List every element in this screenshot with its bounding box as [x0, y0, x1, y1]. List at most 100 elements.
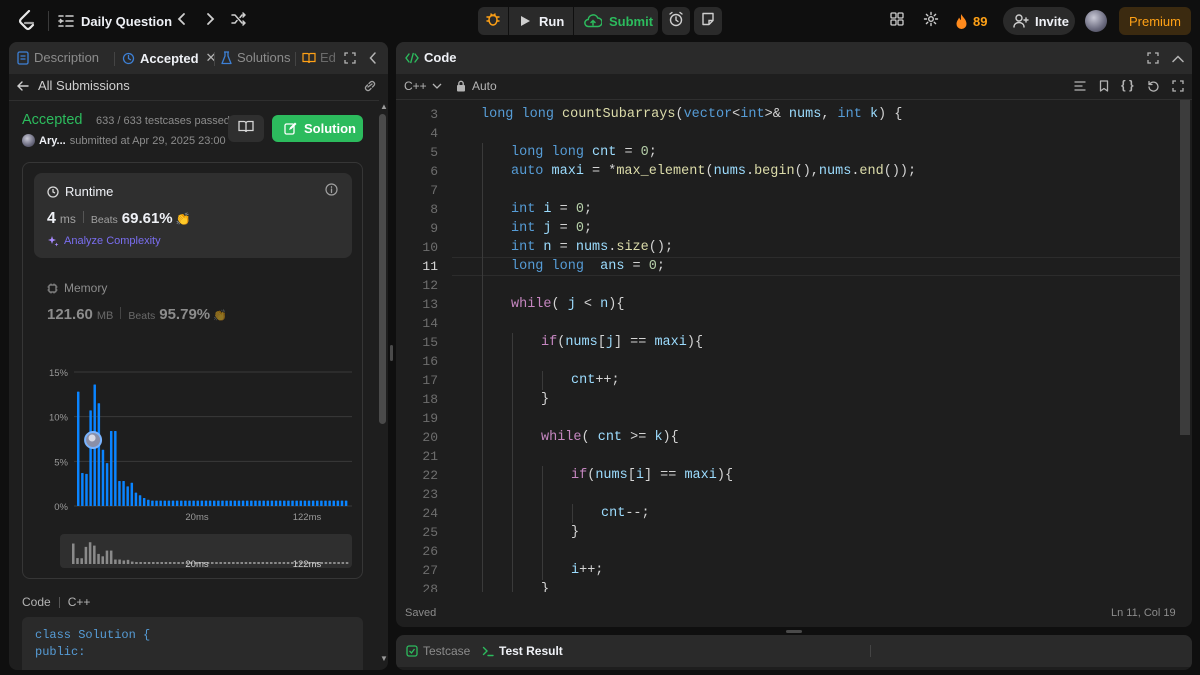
- author-avatar[interactable]: [22, 134, 35, 147]
- code-area[interactable]: 3 long long countSubarrays(vector<int>& n…: [396, 102, 1180, 592]
- memory-header[interactable]: Memory: [47, 281, 107, 295]
- minimap-bar: [227, 562, 231, 564]
- chart-bar: [77, 391, 80, 506]
- scroll-up-arrow-icon[interactable]: ▲: [380, 102, 388, 111]
- problem-list-icon[interactable]: [58, 12, 74, 30]
- tab-description[interactable]: Description: [17, 50, 99, 65]
- code-line[interactable]: }: [541, 390, 1180, 409]
- code-editor-panel: Code C++ Auto { } 3 long long countSubarr…: [396, 42, 1192, 627]
- code-line[interactable]: [541, 352, 1180, 371]
- tab-accepted[interactable]: Accepted ✕: [122, 50, 216, 66]
- tab-solutions[interactable]: Solutions: [221, 50, 290, 65]
- scroll-down-arrow-icon[interactable]: ▼: [380, 654, 388, 663]
- code-line[interactable]: while( cnt >= k){: [541, 428, 1180, 447]
- tab-testcase[interactable]: Testcase: [406, 644, 470, 658]
- autocomplete-mode[interactable]: Auto: [456, 79, 497, 93]
- tab-test-result[interactable]: Test Result: [482, 644, 563, 658]
- shuffle-icon: [231, 11, 247, 31]
- leetcode-logo-icon[interactable]: [18, 10, 38, 32]
- chart-bar: [155, 500, 158, 506]
- flask-icon: [221, 50, 232, 65]
- code-line[interactable]: int n = nums.size();: [511, 238, 1180, 257]
- maximize-editor-button[interactable]: [1147, 51, 1159, 69]
- code-line[interactable]: [571, 485, 1180, 504]
- chart-bar: [151, 500, 154, 506]
- code-line[interactable]: long long ans = 0;: [511, 257, 1180, 276]
- indent-guide: [512, 580, 513, 592]
- chart-bar: [307, 500, 311, 506]
- indent-guide: [482, 542, 483, 561]
- bookmark-icon[interactable]: [1099, 79, 1109, 97]
- line-number: 25: [422, 525, 438, 540]
- daily-question-title[interactable]: Daily Question: [81, 12, 172, 30]
- next-problem-button[interactable]: [200, 10, 220, 32]
- run-button[interactable]: Run: [510, 7, 572, 35]
- code-line[interactable]: if(nums[i] == maxi){: [571, 466, 1180, 485]
- code-line[interactable]: long long countSubarrays(vector<int>& nu…: [481, 105, 1180, 124]
- code-line[interactable]: long long cnt = 0;: [511, 143, 1180, 162]
- tab-divider: [295, 52, 296, 66]
- language-selector[interactable]: C++: [404, 79, 442, 93]
- settings-button[interactable]: [920, 10, 942, 32]
- all-submissions-link[interactable]: All Submissions: [17, 78, 130, 93]
- code-line[interactable]: [511, 314, 1180, 333]
- code-line[interactable]: i++;: [571, 561, 1180, 580]
- random-problem-button[interactable]: [228, 10, 250, 32]
- layout-button[interactable]: [886, 10, 908, 32]
- code-line[interactable]: [511, 181, 1180, 200]
- code-line[interactable]: int j = 0;: [511, 219, 1180, 238]
- your-submission-marker[interactable]: [84, 431, 103, 449]
- tab-editorial[interactable]: Ed: [302, 50, 336, 65]
- author-name[interactable]: Ary...: [39, 135, 66, 147]
- chart-bar: [254, 500, 257, 506]
- code-line[interactable]: [481, 124, 1180, 143]
- fullscreen-icon[interactable]: [1172, 79, 1184, 97]
- solution-button[interactable]: Solution: [272, 115, 363, 142]
- format-code-icon[interactable]: [1074, 79, 1086, 97]
- indent-guide: [482, 428, 483, 447]
- submit-button[interactable]: Submit: [574, 7, 658, 35]
- user-avatar[interactable]: [1085, 10, 1107, 32]
- code-line[interactable]: cnt--;: [601, 504, 1180, 523]
- invite-button[interactable]: Invite: [1003, 7, 1075, 35]
- editorial-button[interactable]: [228, 115, 264, 142]
- debug-button[interactable]: [478, 7, 508, 35]
- prev-problem-button[interactable]: [172, 10, 192, 32]
- code-line[interactable]: while( j < n){: [511, 295, 1180, 314]
- timer-button[interactable]: [662, 7, 690, 35]
- notes-button[interactable]: [694, 7, 722, 35]
- code-line[interactable]: [541, 409, 1180, 428]
- streak-counter[interactable]: 89: [955, 10, 987, 32]
- left-scrollbar[interactable]: ▲ ▼: [379, 102, 388, 665]
- chart-bar: [262, 500, 265, 506]
- book-open-icon: [238, 120, 254, 138]
- info-icon[interactable]: [325, 183, 338, 201]
- minimap-bar: [109, 550, 113, 564]
- maximize-panel-button[interactable]: [344, 51, 356, 69]
- reset-code-icon[interactable]: [1147, 79, 1160, 97]
- code-line[interactable]: }: [541, 580, 1180, 592]
- tab-code[interactable]: Code: [405, 50, 457, 65]
- code-line[interactable]: [541, 447, 1180, 466]
- code-line[interactable]: int i = 0;: [511, 200, 1180, 219]
- indent-guide: [482, 447, 483, 466]
- runtime-distribution-chart[interactable]: 15% 10% 5% 0% 20ms 122ms 20ms 122ms: [22, 360, 362, 580]
- horizontal-resize-handle[interactable]: [786, 630, 802, 633]
- code-line[interactable]: }: [571, 523, 1180, 542]
- premium-button[interactable]: Premium: [1119, 7, 1191, 35]
- vertical-resize-handle[interactable]: [390, 345, 393, 361]
- editor-scrollbar-thumb[interactable]: [1180, 100, 1190, 435]
- code-line[interactable]: [511, 276, 1180, 295]
- code-line[interactable]: [571, 542, 1180, 561]
- code-line[interactable]: cnt++;: [571, 371, 1180, 390]
- chart-bar: [266, 500, 270, 506]
- analyze-complexity-button[interactable]: Analyze Complexity: [47, 235, 161, 247]
- scrollbar-thumb[interactable]: [379, 114, 386, 424]
- collapse-editor-button[interactable]: [1172, 50, 1184, 68]
- curly-braces-icon[interactable]: { }: [1121, 78, 1134, 92]
- code-line[interactable]: auto maxi = *max_element(nums.begin(),nu…: [511, 162, 1180, 181]
- copy-link-button[interactable]: [363, 79, 377, 97]
- code-line[interactable]: if(nums[j] == maxi){: [541, 333, 1180, 352]
- minimap-bar: [211, 562, 214, 564]
- collapse-panel-button[interactable]: [369, 51, 377, 69]
